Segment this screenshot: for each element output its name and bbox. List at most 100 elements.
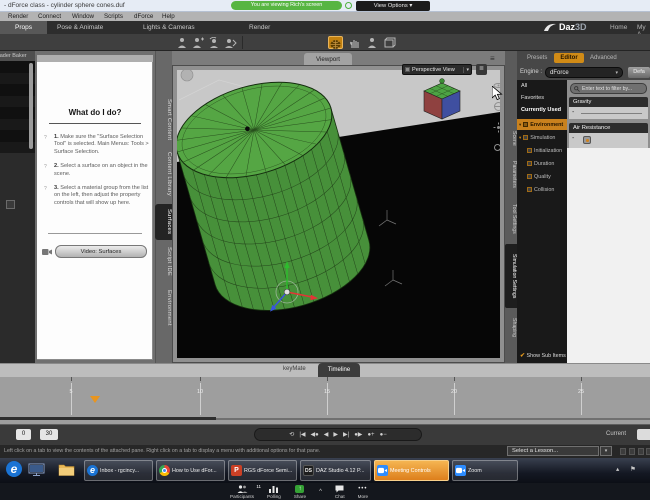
tab-advanced[interactable]: Advanced [590,55,617,61]
tree-item-simulation[interactable]: ▾Simulation [517,132,567,143]
video-surfaces-button[interactable]: Video: Surfaces [55,245,147,258]
play-button[interactable]: ▶ [333,432,338,438]
filter-currently-used[interactable]: Currently Used [521,107,561,113]
delete-key-button[interactable]: ●− [380,432,387,438]
go-to-start-button[interactable]: |◀ [299,432,305,438]
tab-smart-content[interactable]: Smart Content [155,96,172,144]
taskbar-button-inbox[interactable]: eInbox - rgcincy... [84,460,153,481]
menu-scripts[interactable]: Scripts [104,13,123,20]
share-options-chevron[interactable]: ^ [319,489,322,495]
view-options-button[interactable]: View Options ▾ [356,1,430,11]
more-button[interactable]: ••• More [358,485,368,499]
pane-menu-icon[interactable]: ≡ [490,54,495,63]
link-home[interactable]: Home [610,24,627,31]
next-key-button[interactable]: ●▶ [354,432,362,438]
slider-groove[interactable] [581,113,642,114]
air-resistance-section-header[interactable]: Air Resistance [569,123,648,133]
tree-item-environment[interactable]: ▾Environment [517,119,567,130]
filter-all[interactable]: All [521,83,527,89]
pane-control-icon[interactable] [646,448,650,455]
tab-tool-settings[interactable]: Tool Settings [505,196,517,242]
expander-icon[interactable]: ▾ [519,122,521,128]
minus-icon[interactable]: - [572,135,574,142]
range-end-field[interactable]: 30 [40,429,58,440]
frame-tool-icon[interactable] [493,143,504,154]
tray-flag-icon[interactable]: ⚑ [630,465,636,473]
tree-item-collision[interactable]: Collision [517,184,567,195]
taskbar-button-powerpoint[interactable]: PRGS dForce Semi... [228,460,297,481]
tray-show-hidden-icon[interactable]: ▴ [616,465,619,473]
lesson-dropdown-arrow[interactable]: ▾ [600,446,612,456]
range-start-field[interactable]: 0 [16,429,31,440]
tree-item-initialization[interactable]: Initialization [517,145,567,156]
polling-button[interactable]: Polling [267,485,281,499]
prev-key-button[interactable]: ◀● [311,432,319,438]
tab-environment[interactable]: Environment [155,284,172,332]
menu-render[interactable]: Render [8,13,28,20]
viewport-options-icon[interactable]: ≣ [476,64,487,75]
expander-icon[interactable]: ▾ [519,135,521,141]
tab-timeline[interactable]: Timeline [318,363,360,377]
pane-control-icon[interactable] [638,448,644,455]
playhead[interactable] [90,396,100,403]
pose-tool-icon[interactable] [366,37,379,49]
share-screen-button[interactable]: ↑ Share [294,485,306,499]
figure-tool-icon[interactable] [176,37,189,49]
camera-selector[interactable]: Perspective View ▾ [402,64,472,75]
pane-control-icon[interactable] [629,448,635,455]
tab-keymate[interactable]: keyMate [283,366,306,372]
tab-content-library[interactable]: Content Library [155,148,172,200]
box-tool-icon[interactable] [383,37,396,49]
viewport-3d[interactable] [173,66,504,362]
air-resistance-slider[interactable]: - [569,133,648,148]
timeline-ruler[interactable]: 5 10 15 20 25 [0,377,650,424]
node-tool-icon[interactable] [192,37,205,49]
lesson-select[interactable]: Select a Lesson... [507,446,599,456]
step-back-button[interactable]: ◀ [324,432,329,438]
tab-presets[interactable]: Presets [527,55,547,61]
viewport-pane-tab[interactable]: Viewport [304,53,352,66]
tree-item-duration[interactable]: Duration [517,158,567,169]
menu-dforce[interactable]: dForce [134,13,153,20]
rotate-tool-icon[interactable] [208,37,221,49]
translate-tool-icon[interactable] [224,37,237,49]
taskbar-button-meeting-controls[interactable]: Meeting Controls [374,460,449,481]
dolly-tool-icon[interactable] [493,122,504,133]
taskbar-button-chrome[interactable]: How to Use dFor... [156,460,225,481]
taskbar-button-zoom[interactable]: Zoom [452,460,518,481]
tab-lights-cameras[interactable]: Lights & Cameras [138,21,200,34]
tab-script-ide[interactable]: Script IDE [155,244,172,280]
tab-pose-animate[interactable]: Pose & Animate [52,21,108,34]
loop-button[interactable]: ⟲ [289,432,294,438]
menu-connect[interactable]: Connect [38,13,61,20]
filter-search-input[interactable]: Enter text to filter by... [570,83,647,94]
zoom-annotation-icon[interactable] [345,2,352,9]
engine-dropdown[interactable]: dForce ▾ [545,67,623,78]
menu-help[interactable]: Help [162,13,175,20]
tab-editor[interactable]: Editor [554,53,584,63]
tab-surfaces[interactable]: Surfaces [155,204,172,240]
tab-props[interactable]: Props [0,21,47,34]
current-frame-field[interactable] [637,429,650,440]
tree-item-quality[interactable]: Quality [517,171,567,182]
shader-baker-tab[interactable]: Shader Baker [0,51,35,61]
slider-knob[interactable] [583,136,591,144]
tab-shaping[interactable]: Shaping [505,312,517,344]
dock-scrollbar[interactable] [29,63,33,149]
taskbar-button-daz-studio[interactable]: DSDAZ Studio 4.12 P... [300,460,371,481]
default-button[interactable]: Defa [628,67,650,78]
tab-scene[interactable]: Scene [505,124,517,152]
show-sub-items-checkbox[interactable]: ✔ Show Sub Items [520,352,566,359]
filter-favorites[interactable]: Favorites [521,95,544,101]
step-forward-button[interactable]: ▶| [343,432,349,438]
chat-button[interactable]: Chat [335,485,345,499]
menu-window[interactable]: Window [72,13,94,20]
file-explorer-icon[interactable] [58,461,75,478]
desktop-icon[interactable] [28,461,45,478]
surface-selection-tool-icon[interactable] [328,36,343,49]
add-key-button[interactable]: ●+ [367,432,374,438]
tab-render[interactable]: Render [244,21,275,34]
minus-icon[interactable]: - [572,109,574,116]
tab-parameters[interactable]: Parameters [505,154,517,194]
pane-control-icon[interactable] [620,448,626,455]
